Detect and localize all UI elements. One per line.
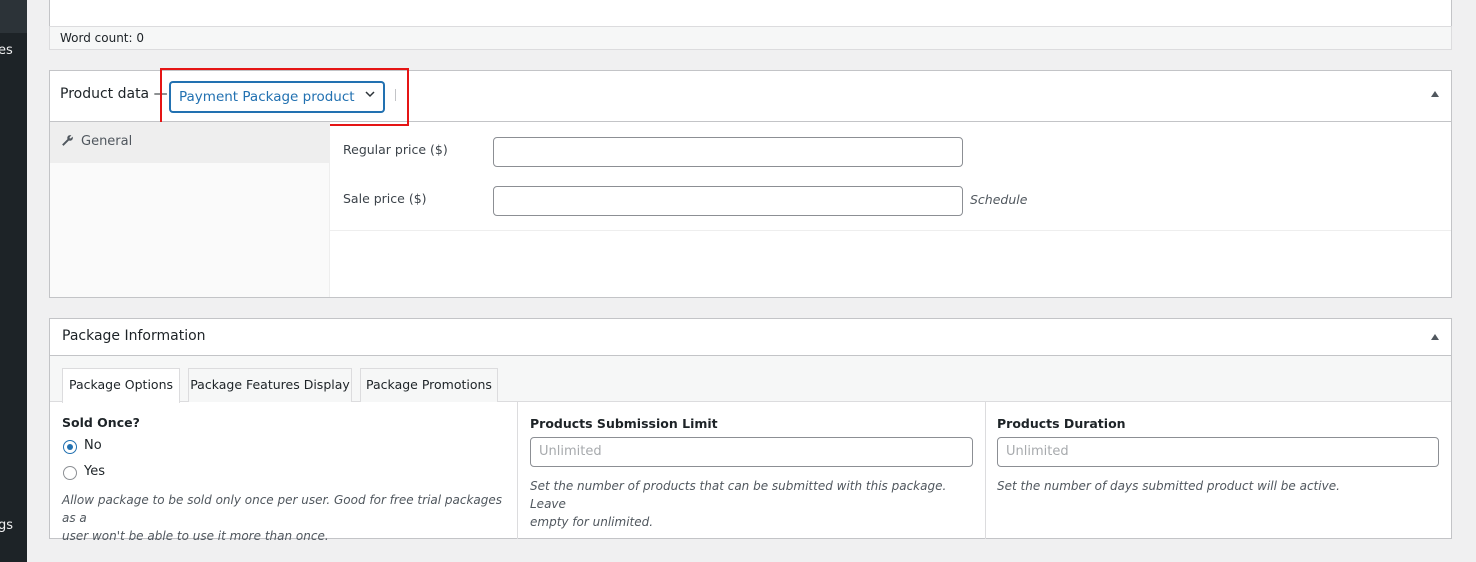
submission-limit-input[interactable]: Unlimited [530, 437, 973, 467]
tab-general[interactable]: General [50, 122, 329, 163]
collapse-arrow-icon[interactable] [1431, 334, 1439, 340]
panel-divider [330, 230, 1451, 231]
radio-no[interactable] [63, 440, 77, 454]
package-information-panel: Package Information Package Options Pack… [49, 318, 1452, 543]
sidebar-item-fragment-top[interactable]: es [0, 43, 13, 58]
product-data-header: Product data — Payment Package product [50, 68, 1451, 126]
products-duration-title: Products Duration [997, 416, 1126, 431]
sold-once-description-line2: user won't be able to use it more than o… [62, 529, 329, 543]
submission-limit-description-line1: Set the number of products that can be s… [530, 479, 947, 511]
products-duration-section: Products Duration Unlimited Set the numb… [986, 402, 1452, 539]
product-data-panel: Product data — Payment Package product G… [49, 68, 1452, 298]
regular-price-input[interactable] [493, 137, 963, 167]
tab-general-label: General [81, 134, 133, 149]
sidebar-item-fragment-bottom[interactable]: gs [0, 518, 13, 533]
sidebar-active-item[interactable] [0, 0, 27, 33]
package-tabs-bar: Package Options Package Features Display… [50, 356, 1451, 403]
submission-limit-description-line2: empty for unlimited. [530, 515, 654, 529]
tab-package-promotions[interactable]: Package Promotions [360, 368, 498, 402]
package-information-title: Package Information [62, 328, 206, 344]
highlight-box [160, 68, 409, 126]
products-duration-input[interactable]: Unlimited [997, 437, 1439, 467]
collapse-arrow-icon[interactable] [1431, 91, 1439, 97]
sale-price-input[interactable] [493, 186, 963, 216]
scroll-edge [1472, 0, 1476, 562]
products-duration-description: Set the number of days submitted product… [997, 479, 1340, 493]
radio-yes[interactable] [63, 466, 77, 480]
package-information-header: Package Information [50, 319, 1451, 356]
tab-package-features-display[interactable]: Package Features Display [188, 368, 352, 402]
sold-once-title: Sold Once? [62, 415, 140, 430]
general-tab-panel: Regular price ($) Sale price ($) Schedul… [330, 122, 1451, 297]
submission-limit-title: Products Submission Limit [530, 416, 718, 431]
product-data-title: Product data — [60, 86, 168, 102]
regular-price-label: Regular price ($) [343, 142, 448, 157]
sale-price-label: Sale price ($) [343, 191, 427, 206]
sold-once-description: Allow package to be sold only once per u… [62, 491, 512, 545]
product-data-tabs: General [50, 122, 330, 297]
radio-yes-label: Yes [84, 464, 105, 479]
admin-sidebar: es gs [0, 0, 27, 562]
submission-limit-description: Set the number of products that can be s… [530, 477, 975, 531]
sold-once-description-line1: Allow package to be sold only once per u… [62, 493, 503, 525]
wrench-icon [62, 135, 73, 146]
content-editor[interactable] [49, 0, 1452, 27]
submission-limit-section: Products Submission Limit Unlimited Set … [518, 402, 985, 539]
tab-package-options[interactable]: Package Options [62, 368, 180, 403]
sold-once-section: Sold Once? No Yes Allow package to be so… [50, 402, 517, 543]
word-count: Word count: 0 [49, 26, 1452, 50]
radio-no-label: No [84, 438, 102, 453]
schedule-link[interactable]: Schedule [970, 192, 1027, 207]
